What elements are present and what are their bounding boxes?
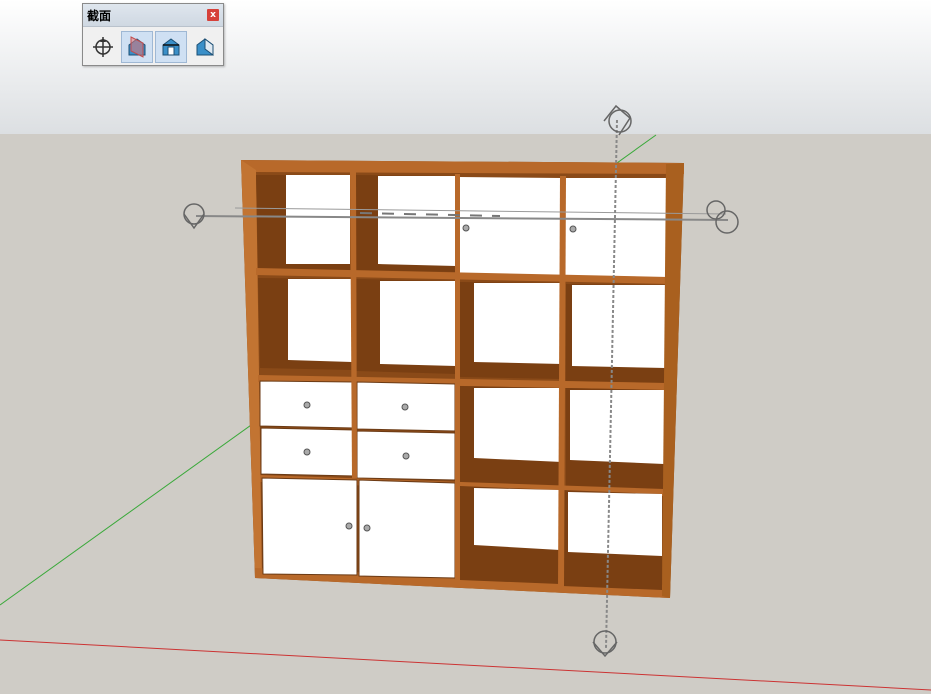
- door-panel[interactable]: [459, 177, 561, 280]
- door-panel[interactable]: [261, 477, 358, 576]
- compartment-back: [568, 492, 662, 556]
- door-panel[interactable]: [565, 178, 668, 281]
- compartment-back: [474, 283, 562, 364]
- drawer-knob: [402, 452, 410, 460]
- compartment-back: [380, 281, 456, 366]
- door-knob: [363, 524, 371, 532]
- display-section-cuts-icon: [162, 38, 180, 56]
- door-knob: [345, 522, 353, 530]
- toolbar-tools: [87, 31, 221, 63]
- door-knob: [462, 224, 470, 232]
- toolbar-titlebar[interactable]: 截面 x: [83, 4, 223, 27]
- divider: [455, 174, 460, 583]
- compartment-back: [286, 175, 350, 264]
- compartment-back: [288, 279, 352, 362]
- toolbar-title: 截面: [87, 9, 112, 23]
- display-section-fill-icon: [196, 38, 214, 56]
- display-section-cuts-button[interactable]: [155, 31, 187, 63]
- drawer-knob: [303, 448, 311, 456]
- section-plane-button[interactable]: [87, 31, 119, 63]
- shelf-unit[interactable]: [241, 160, 684, 598]
- display-section-fill-button[interactable]: [189, 31, 221, 63]
- close-button[interactable]: x: [207, 9, 219, 21]
- display-section-planes-button[interactable]: [121, 31, 153, 63]
- compartment-back: [572, 285, 666, 368]
- section-plane-icon: [93, 37, 113, 57]
- display-section-planes-icon: [128, 36, 146, 58]
- drawer-knob: [401, 403, 409, 411]
- door-panel[interactable]: [358, 479, 456, 579]
- compartment-back: [474, 388, 562, 462]
- model-viewport[interactable]: [0, 0, 931, 694]
- compartment-back: [474, 488, 560, 550]
- compartment-back: [570, 390, 664, 464]
- door-knob: [569, 225, 577, 233]
- drawer-knob: [303, 401, 311, 409]
- section-toolbar[interactable]: 截面 x: [82, 3, 224, 66]
- compartment-back: [378, 176, 456, 266]
